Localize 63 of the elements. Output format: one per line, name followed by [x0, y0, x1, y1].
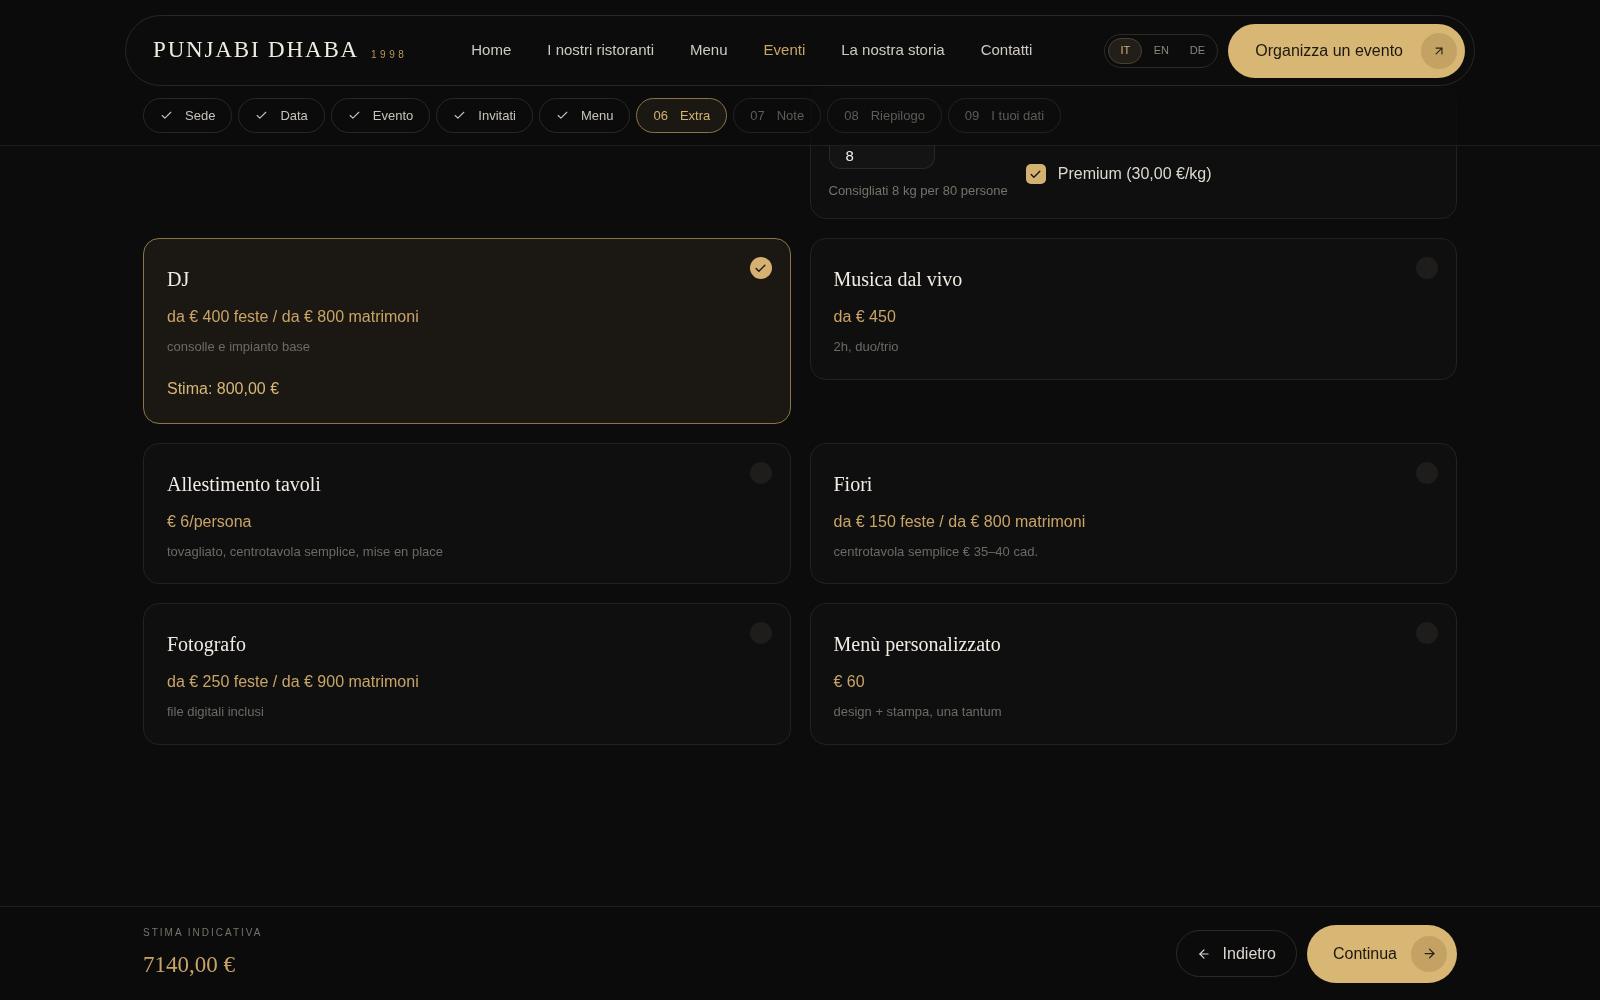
step-label: Menu	[580, 106, 614, 125]
check-icon	[255, 109, 269, 122]
estimate-total: 7140,00 €	[143, 950, 236, 979]
estimate-label: STIMA INDICATIVA	[143, 925, 263, 940]
extra-card[interactable]: Fotografo da € 250 feste / da € 900 matrimoni file digitali inclusi	[143, 603, 791, 745]
step-label: Invitati	[478, 106, 516, 125]
premium-label: Premium (30,00 €/kg)	[1057, 164, 1212, 184]
logo-year: 1998	[371, 48, 408, 62]
language-button[interactable]: DE	[1180, 37, 1215, 64]
step-number: 08	[844, 106, 859, 125]
extra-card[interactable]: Menù personalizzato € 60 design + stampa, una tantum	[809, 603, 1457, 745]
arrow-right-icon	[1411, 935, 1447, 972]
extra-note: consolle e impianto base	[167, 338, 312, 356]
check-icon	[453, 109, 467, 122]
check-icon	[555, 109, 569, 122]
premium-checkbox[interactable]	[1025, 164, 1046, 184]
language-button[interactable]: IT	[1108, 37, 1143, 64]
extra-title: Menù personalizzato	[833, 632, 1001, 658]
step-number: 07	[750, 106, 765, 125]
extra-card[interactable]: Allestimento tavoli € 6/persona tovagliato, centrotavola semplice, mise en place	[143, 442, 791, 584]
step-label: Sede	[185, 106, 216, 125]
check-icon	[160, 109, 173, 122]
step-label: Note	[776, 106, 805, 125]
extra-price: da € 150 feste / da € 800 matrimoni	[833, 511, 1087, 532]
arrow-left-icon	[1196, 946, 1211, 961]
nav-link[interactable]: Home	[471, 39, 512, 62]
quantity-hint: Consigliati 8 kg per 80 persone	[828, 181, 1008, 200]
step-label: Extra	[679, 106, 711, 125]
extra-title: DJ	[167, 267, 190, 292]
extra-title: Fiori	[833, 471, 873, 497]
extra-note: design + stampa, una tantum	[833, 703, 1003, 721]
extra-price: da € 250 feste / da € 900 matrimoni	[167, 672, 420, 692]
extra-card[interactable]: Fiori da € 150 feste / da € 800 matrimoni centrotavola semplice € 35–40 cad.	[809, 442, 1457, 584]
step-label: Evento	[372, 106, 414, 125]
continue-button[interactable]: Continua	[1306, 924, 1457, 983]
organize-event-button[interactable]: Organizza un evento	[1228, 23, 1465, 78]
extra-price: € 6/persona	[167, 511, 253, 532]
extra-card[interactable]: Musica dal vivo da € 450 2h, duo/trio	[809, 238, 1457, 380]
extra-card[interactable]: DJ da € 400 feste / da € 800 matrimoni consolle e impianto base Stima: 800,00 €	[143, 238, 791, 424]
nav-link[interactable]: I nostri ristoranti	[547, 39, 654, 62]
extra-title: Fotografo	[167, 632, 246, 658]
extra-estimate: Stima: 800,00 €	[167, 378, 281, 399]
extra-price: € 60	[833, 672, 866, 692]
step-pill[interactable]: 06 Extra	[636, 98, 728, 133]
step-number: 06	[653, 106, 668, 125]
step-label: Riepilogo	[870, 106, 925, 125]
language-button[interactable]: EN	[1144, 37, 1179, 64]
logo[interactable]: PUNJABI DHABA	[153, 33, 360, 68]
nav-link[interactable]: La nostra storia	[841, 39, 945, 62]
check-icon	[347, 109, 361, 122]
extra-title: Allestimento tavoli	[167, 471, 321, 497]
step-label: Data	[280, 106, 308, 125]
extra-note: 2h, duo/trio	[833, 338, 900, 356]
extra-note: centrotavola semplice € 35–40 cad.	[833, 542, 1039, 561]
extra-price: da € 400 feste / da € 800 matrimoni	[167, 307, 420, 327]
extra-note: tovagliato, centrotavola semplice, mise en place	[167, 542, 445, 561]
nav-link[interactable]: Contatti	[980, 39, 1033, 62]
extra-price: da € 450	[833, 307, 897, 327]
nav-link[interactable]: Menu	[690, 39, 728, 62]
extra-note: file digitali inclusi	[167, 703, 265, 721]
extra-title: Musica dal vivo	[833, 267, 963, 292]
step-number: 09	[964, 106, 980, 125]
nav-link[interactable]: Eventi	[763, 39, 806, 62]
